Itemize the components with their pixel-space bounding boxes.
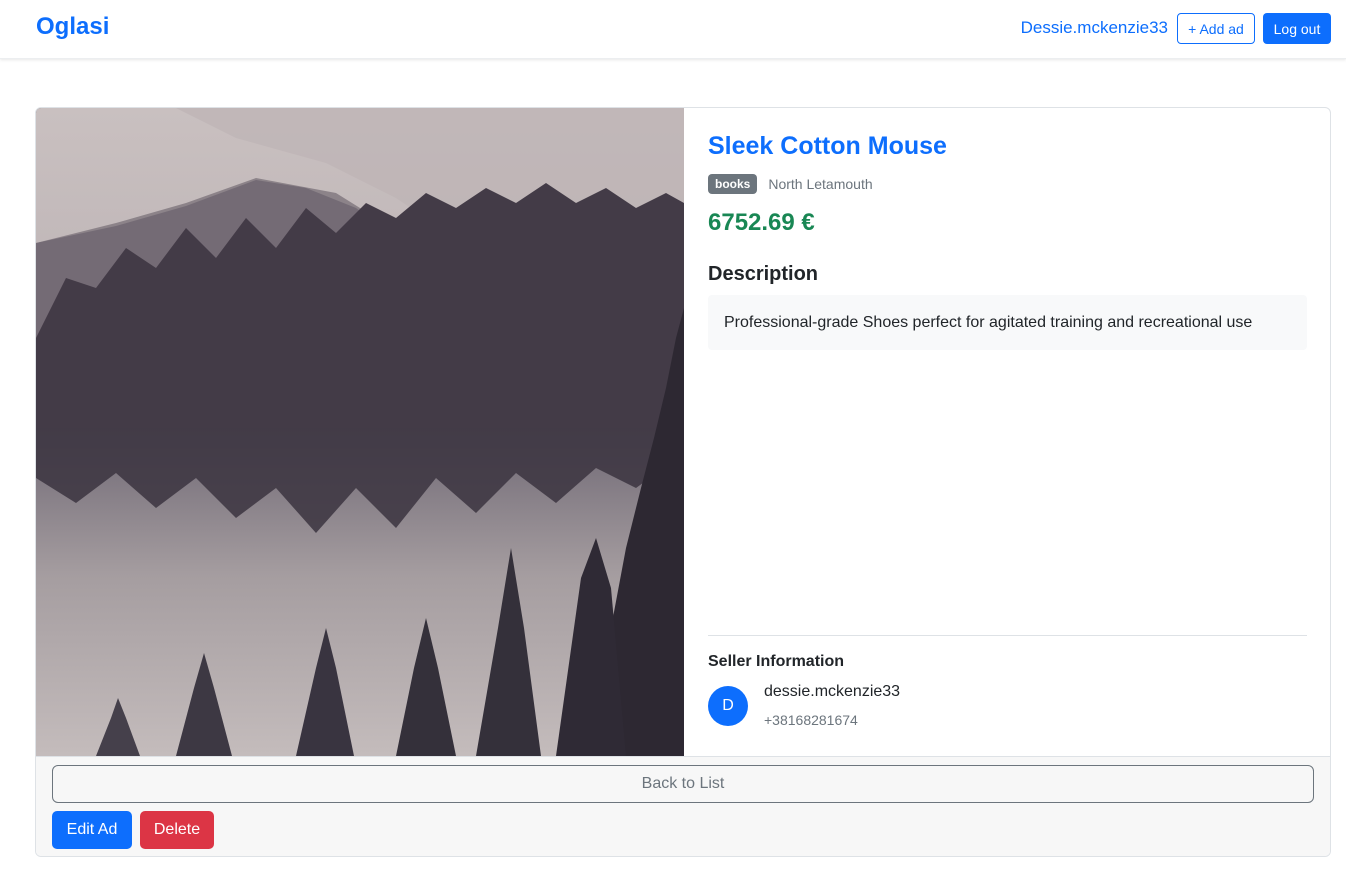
delete-button[interactable]: Delete: [140, 811, 214, 849]
ad-meta: books North Letamouth: [708, 174, 873, 194]
ad-details: Sleek Cotton Mouse books North Letamouth…: [708, 108, 1308, 756]
description-heading: Description: [708, 263, 819, 285]
card-footer: Back to List Edit Ad Delete: [36, 756, 1330, 856]
seller-heading: Seller Information: [708, 653, 845, 670]
logout-button[interactable]: Log out: [1263, 13, 1331, 44]
ad-title: Sleek Cotton Mouse: [708, 132, 947, 160]
ad-detail-card: Sleek Cotton Mouse books North Letamouth…: [35, 107, 1331, 857]
seller-avatar: D: [708, 686, 748, 726]
divider: [708, 635, 1307, 636]
ad-price: 6752.69 €: [708, 209, 815, 236]
seller-phone: +38168281674: [764, 712, 858, 728]
navbar: Oglasi Dessie.mckenzie33 + Add ad Log ou…: [0, 0, 1346, 59]
edit-ad-button[interactable]: Edit Ad: [52, 811, 132, 849]
category-badge: books: [708, 174, 758, 194]
user-profile-link[interactable]: Dessie.mckenzie33: [1021, 18, 1168, 38]
seller-username: dessie.mckenzie33: [764, 683, 901, 700]
ad-photo: [36, 108, 684, 756]
description-box: Professional-grade Shoes perfect for agi…: [708, 295, 1307, 350]
ad-location: North Letamouth: [768, 176, 873, 192]
add-ad-button[interactable]: + Add ad: [1177, 13, 1255, 44]
brand-logo-link[interactable]: Oglasi: [36, 13, 109, 41]
back-to-list-button[interactable]: Back to List: [52, 765, 1314, 803]
description-text: Professional-grade Shoes perfect for agi…: [724, 313, 1253, 331]
